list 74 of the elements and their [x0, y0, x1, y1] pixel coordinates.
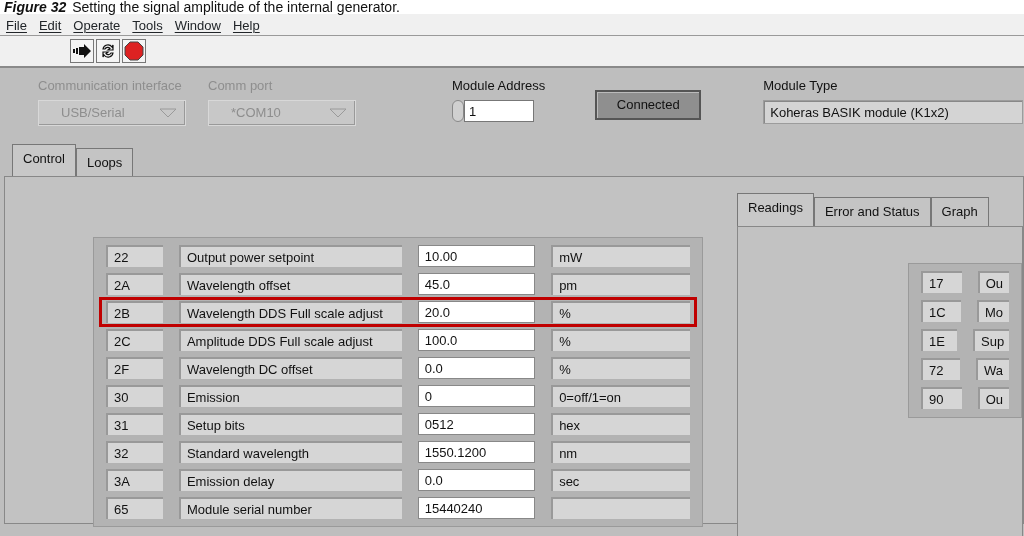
unit-label: pm [551, 273, 690, 295]
register-name: Module serial number [178, 497, 402, 519]
value-field[interactable]: 10.00 [417, 245, 536, 267]
value-field[interactable]: 0.0 [417, 357, 536, 379]
register-id: 32 [106, 441, 163, 463]
register-name: Standard wavelength [178, 441, 402, 463]
register-name: Sup [973, 329, 1009, 351]
value-field[interactable]: 15440240 [417, 497, 536, 519]
dropdown-arrow-icon [329, 108, 347, 119]
unit-label: hex [551, 413, 690, 435]
unit-label: % [551, 357, 690, 379]
menu-item[interactable]: Tools [132, 16, 163, 33]
menu-item[interactable]: Operate [73, 16, 121, 33]
menu-item[interactable]: Window [174, 16, 221, 33]
unit-label: % [551, 329, 690, 351]
value-field[interactable]: 0.0 [417, 469, 536, 491]
menu-item[interactable]: File [6, 16, 27, 33]
value-field[interactable]: 45.0 [417, 273, 536, 295]
register-id: 2F [106, 357, 163, 379]
unit-label: sec [551, 469, 690, 491]
unit-label: % [551, 301, 690, 323]
value-field[interactable]: 0512 [417, 413, 536, 435]
menu-item[interactable]: Help [232, 16, 260, 33]
tab[interactable]: Loops [75, 147, 134, 176]
dropdown-value: *COM10 [231, 103, 281, 122]
register-id: 22 [106, 245, 163, 267]
register-name: Wavelength DC offset [178, 357, 402, 379]
field-label: Module Type [763, 77, 839, 95]
register-name: Amplitude DDS Full scale adjust [178, 329, 402, 351]
unit-label: nm [551, 441, 690, 463]
toolbar-button[interactable] [122, 39, 146, 63]
register-name: Wa [975, 358, 1009, 380]
register-id: 65 [106, 497, 163, 519]
register-name: Setup bits [178, 413, 402, 435]
register-name: Ou [977, 387, 1009, 409]
unit-label: mW [551, 245, 690, 267]
register-id: 2A [106, 273, 163, 295]
register-name: Emission delay [178, 469, 402, 491]
register-id: 2B [106, 301, 163, 323]
register-id: 31 [106, 413, 163, 435]
cycle-arrows-icon [100, 43, 116, 59]
module-type-field: Koheras BASIK module (K1x2) [763, 99, 1024, 124]
register-name: Wavelength DDS Full scale adjust [178, 301, 402, 323]
value-field[interactable]: 20.0 [417, 301, 536, 323]
register-name: Mo [976, 300, 1009, 322]
toolbar-button[interactable] [96, 39, 120, 63]
arrow-icon [73, 44, 91, 58]
register-id: 2C [106, 329, 163, 351]
register-id: 1E [921, 329, 957, 351]
toolbar-button[interactable] [70, 39, 94, 63]
value-field[interactable]: 1550.1200 [417, 441, 536, 463]
register-id: 30 [106, 385, 163, 407]
register-id: 3A [106, 469, 163, 491]
value-field[interactable]: 0 [417, 385, 536, 407]
tab[interactable]: Control [12, 143, 76, 177]
unit-label: 0=off/1=on [551, 385, 690, 407]
register-name: Emission [178, 385, 402, 407]
register-id: 90 [921, 387, 962, 409]
value-field[interactable]: 100.0 [417, 329, 536, 351]
register-id: 17 [921, 271, 962, 293]
register-id: 1C [921, 300, 961, 322]
dropdown-arrow-icon [159, 108, 177, 119]
register-name: Output power setpoint [178, 245, 402, 267]
register-name: Wavelength offset [178, 273, 402, 295]
tab[interactable]: Error and Status [813, 197, 931, 226]
register-id: 72 [921, 358, 960, 380]
menu-item[interactable]: Edit [38, 16, 62, 33]
field-label: Module Address [452, 77, 546, 95]
figure-caption: Figure 32 Setting the signal amplitude of the internal generator. [3, 0, 401, 14]
register-name: Ou [977, 271, 1009, 293]
stop-icon [124, 41, 144, 61]
tab[interactable]: Graph [930, 197, 989, 226]
tab[interactable]: Readings [737, 193, 814, 227]
dropdown-value: USB/Serial [61, 103, 125, 122]
